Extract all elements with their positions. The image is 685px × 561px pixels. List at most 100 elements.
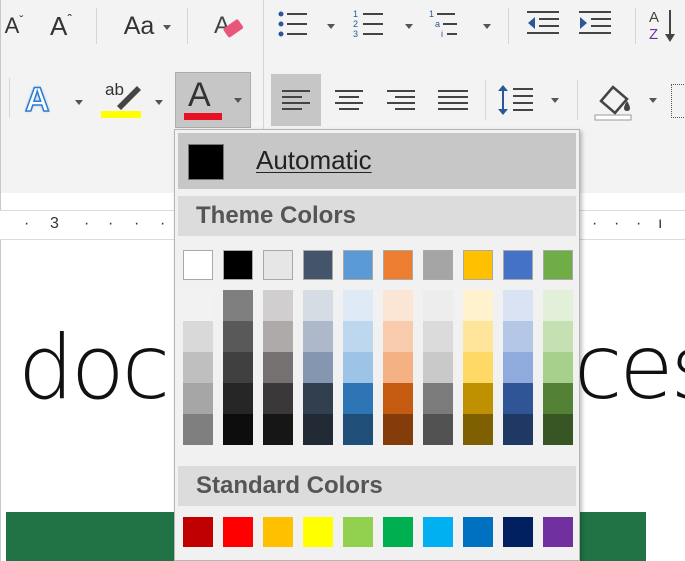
theme-color-swatch[interactable] [503,250,533,280]
theme-color-shade-swatch[interactable] [183,352,213,383]
standard-color-swatch[interactable] [343,517,373,547]
theme-color-shade-swatch[interactable] [543,352,573,383]
decrease-indent-button[interactable] [525,8,559,38]
theme-color-shade-swatch[interactable] [183,383,213,414]
theme-color-shade-swatch[interactable] [343,383,373,414]
theme-color-shade-swatch[interactable] [423,414,453,445]
theme-color-shade-swatch[interactable] [183,321,213,352]
theme-color-shade-swatch[interactable] [223,352,253,383]
theme-color-swatch[interactable] [303,250,333,280]
theme-color-shade-swatch[interactable] [463,321,493,352]
theme-color-shade-swatch[interactable] [503,383,533,414]
font-color-button[interactable]: A [175,72,251,128]
standard-color-swatch[interactable] [503,517,533,547]
theme-color-swatch[interactable] [223,250,253,280]
align-center-button[interactable] [327,74,371,126]
theme-color-swatch[interactable] [543,250,573,280]
theme-color-shade-swatch[interactable] [383,321,413,352]
shading-button[interactable] [591,74,661,126]
grow-font-button[interactable]: Aˆ [41,6,81,46]
numbering-button[interactable]: 1 2 3 [353,8,383,39]
standard-color-swatch[interactable] [463,517,493,547]
theme-color-swatch[interactable] [423,250,453,280]
grow-font-icon: Aˆ [49,10,72,41]
clear-formatting-button[interactable]: A [206,6,250,46]
theme-color-shade-swatch[interactable] [303,321,333,352]
automatic-color-option[interactable]: Automatic [178,133,576,189]
theme-color-shade-swatch[interactable] [383,290,413,321]
standard-color-swatch[interactable] [263,517,293,547]
theme-color-shade-swatch[interactable] [503,352,533,383]
chevron-down-icon[interactable] [327,24,335,29]
line-spacing-button[interactable] [497,74,565,126]
theme-color-swatch[interactable] [263,250,293,280]
theme-color-shade-swatch[interactable] [503,414,533,445]
theme-color-shade-swatch[interactable] [303,352,333,383]
standard-color-swatch[interactable] [303,517,333,547]
theme-color-shade-swatch[interactable] [343,414,373,445]
theme-color-shade-swatch[interactable] [263,321,293,352]
theme-color-shade-swatch[interactable] [383,383,413,414]
theme-color-shade-swatch[interactable] [463,383,493,414]
theme-color-shade-swatch[interactable] [423,290,453,321]
chevron-down-icon [163,25,171,30]
theme-color-shade-swatch[interactable] [383,352,413,383]
standard-color-swatch[interactable] [543,517,573,547]
theme-color-shade-swatch[interactable] [183,414,213,445]
chevron-down-icon[interactable] [483,24,491,29]
theme-color-shade-swatch[interactable] [183,290,213,321]
standard-color-swatch[interactable] [423,517,453,547]
theme-color-shade-swatch[interactable] [543,321,573,352]
text-effects-button[interactable]: A [24,78,85,122]
theme-color-shade-swatch[interactable] [503,290,533,321]
theme-color-shade-swatch[interactable] [463,352,493,383]
increase-indent-button[interactable] [577,8,611,38]
chevron-down-icon[interactable] [405,24,413,29]
borders-button[interactable] [671,84,685,118]
standard-color-swatch[interactable] [223,517,253,547]
theme-color-shade-swatch[interactable] [543,383,573,414]
align-right-button[interactable] [379,74,423,126]
theme-color-swatch[interactable] [183,250,213,280]
font-color-icon: A [188,76,211,114]
theme-color-shade-swatch[interactable] [223,383,253,414]
ruler-mark: · [108,215,114,232]
theme-color-swatch[interactable] [343,250,373,280]
theme-color-shade-swatch[interactable] [263,290,293,321]
theme-color-swatch[interactable] [383,250,413,280]
theme-color-shade-swatch[interactable] [223,290,253,321]
theme-color-shade-swatch[interactable] [423,321,453,352]
standard-color-swatch[interactable] [383,517,413,547]
theme-color-shade-swatch[interactable] [543,414,573,445]
align-left-button[interactable] [271,74,321,126]
justify-button[interactable] [431,74,475,126]
theme-color-shade-swatch[interactable] [463,414,493,445]
standard-color-swatch[interactable] [183,517,213,547]
theme-color-shade-swatch[interactable] [303,383,333,414]
theme-color-shade-swatch[interactable] [423,352,453,383]
theme-color-shade-swatch[interactable] [303,290,333,321]
highlight-color-bar [101,111,141,118]
document-text-right[interactable]: ces [574,316,685,419]
change-case-button[interactable]: Aa [109,6,171,46]
text-highlight-color-button[interactable]: ab [101,78,169,122]
theme-color-shade-swatch[interactable] [343,352,373,383]
theme-color-shade-swatch[interactable] [543,290,573,321]
multilevel-list-button[interactable]: 1 a i [429,8,459,39]
theme-color-shade-swatch[interactable] [223,321,253,352]
theme-color-shade-swatch[interactable] [263,414,293,445]
bullets-button[interactable] [277,8,307,38]
theme-color-shade-swatch[interactable] [263,352,293,383]
theme-color-shade-swatch[interactable] [383,414,413,445]
sort-button[interactable]: A Z [647,6,685,46]
theme-color-shade-swatch[interactable] [263,383,293,414]
theme-color-shade-swatch[interactable] [223,414,253,445]
theme-color-shade-swatch[interactable] [303,414,333,445]
theme-color-shade-swatch[interactable] [343,321,373,352]
theme-color-shade-swatch[interactable] [343,290,373,321]
theme-color-swatch[interactable] [463,250,493,280]
theme-color-shade-swatch[interactable] [503,321,533,352]
shrink-font-button[interactable]: Aˇ [1,6,27,46]
theme-color-shade-swatch[interactable] [463,290,493,321]
theme-color-shade-swatch[interactable] [423,383,453,414]
